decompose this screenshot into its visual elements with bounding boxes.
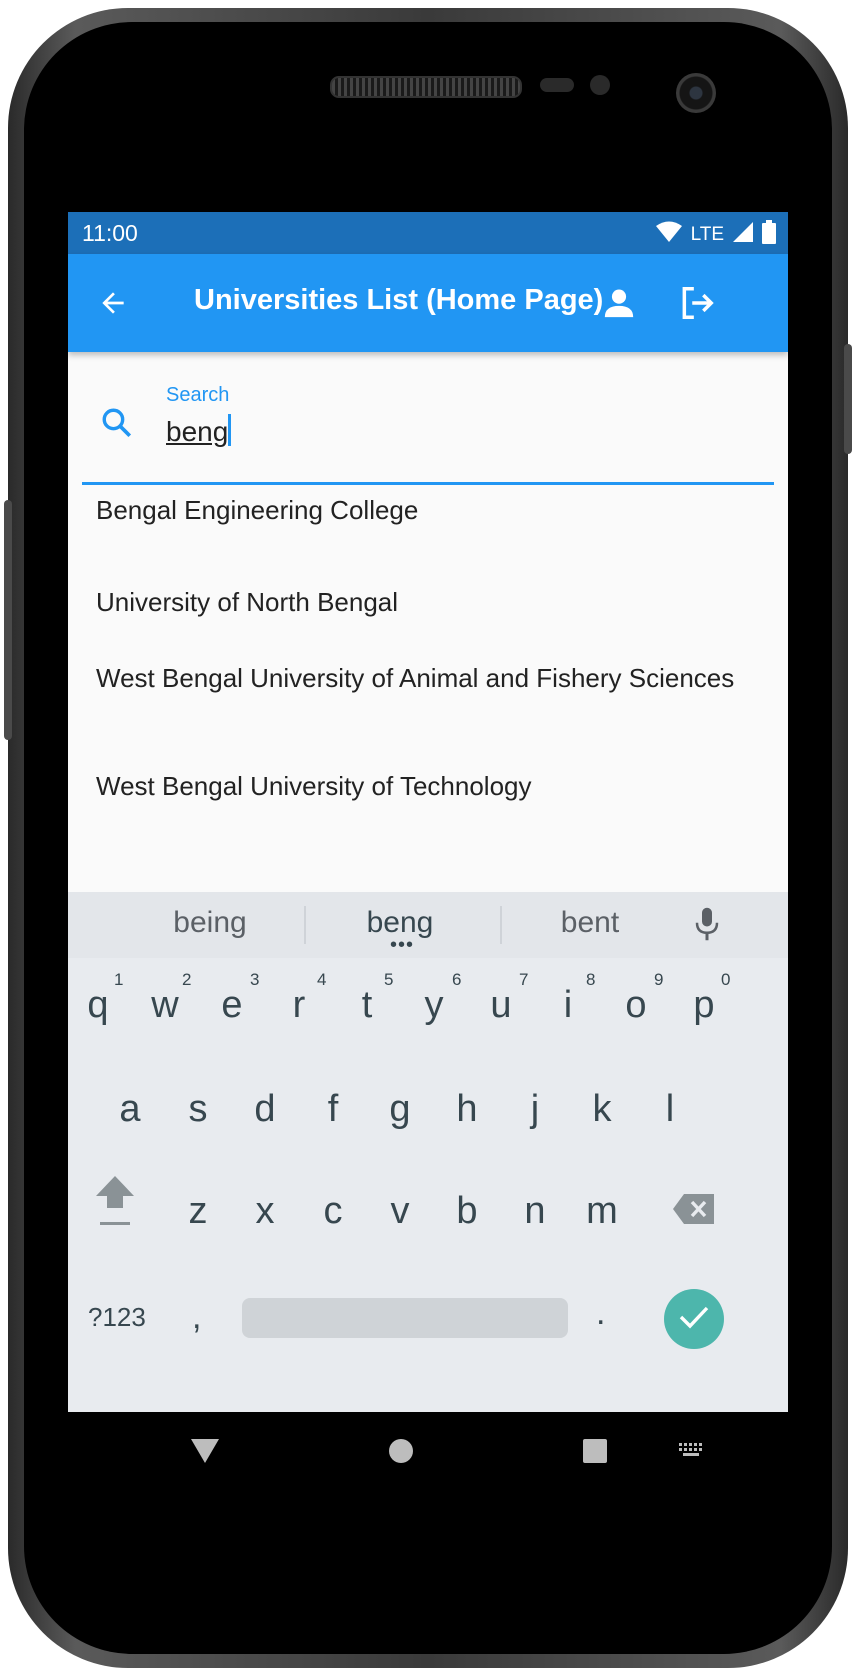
key-w[interactable]: w [135,984,195,1027]
search-input-text: beng [166,416,229,447]
soft-keyboard: being beng ••• bent 1 2 3 4 5 6 7 8 9 0 … [68,892,788,1412]
key-z[interactable]: z [168,1190,228,1233]
key-o[interactable]: o [606,984,666,1027]
key-l[interactable]: l [640,1088,700,1131]
key-c[interactable]: c [303,1190,363,1233]
suggestion-strip: being beng ••• bent [68,892,788,958]
back-arrow-icon[interactable] [92,282,134,324]
keyboard-switch-icon[interactable] [678,1442,706,1463]
key-g[interactable]: g [370,1088,430,1131]
backspace-icon[interactable] [672,1192,716,1231]
search-input[interactable]: beng [166,414,232,448]
suggestion[interactable]: bent [540,906,640,940]
key-t[interactable]: t [337,984,397,1027]
key-i[interactable]: i [538,984,598,1027]
proximity-sensor [540,78,574,92]
person-icon[interactable] [598,282,640,324]
volume-button [4,500,12,740]
enter-key[interactable] [664,1289,724,1349]
app-bar: Universities List (Home Page) [68,254,788,352]
list-item[interactable]: West Bengal University of Animal and Fis… [96,662,756,695]
page-title: Universities List (Home Page) [194,284,604,316]
key-q[interactable]: q [68,984,128,1027]
key-k[interactable]: k [572,1088,632,1131]
front-camera [676,73,716,113]
spacebar[interactable] [242,1298,568,1338]
text-cursor [228,414,232,446]
earpiece-speaker [330,76,522,98]
key-x[interactable]: x [235,1190,295,1233]
list-item[interactable]: Bengal Engineering College [96,494,756,527]
mic-icon[interactable] [692,906,722,947]
key-e[interactable]: e [202,984,262,1027]
network-label: LTE [690,224,724,245]
key-v[interactable]: v [370,1190,430,1233]
search-field[interactable]: Search beng [82,360,774,485]
key-period[interactable]: . [596,1294,605,1333]
screen: 11:00 LTE Universities List (Home Page) [68,212,788,1492]
key-r[interactable]: r [269,984,329,1027]
more-suggestions-dots: ••• [390,934,415,956]
nav-home-icon[interactable] [388,1438,414,1469]
key-f[interactable]: f [303,1088,363,1131]
check-icon [678,1304,710,1335]
light-sensor [590,75,610,95]
list-item[interactable]: West Bengal University of Technology [96,770,756,803]
system-nav-bar [68,1412,788,1492]
key-j[interactable]: j [505,1088,565,1131]
search-icon [100,406,134,445]
key-comma[interactable]: , [192,1298,201,1337]
suggestion[interactable]: being [160,906,260,940]
key-m[interactable]: m [572,1190,632,1233]
key-b[interactable]: b [437,1190,497,1233]
status-bar: 11:00 LTE [68,212,788,254]
symbols-key[interactable]: ?123 [88,1302,146,1333]
key-n[interactable]: n [505,1190,565,1233]
power-button [844,344,852,454]
status-time: 11:00 [82,220,138,246]
shift-icon[interactable] [94,1174,136,1235]
signal-icon [732,221,754,249]
wifi-icon [655,221,683,249]
battery-icon [762,220,776,250]
key-d[interactable]: d [235,1088,295,1131]
key-s[interactable]: s [168,1088,228,1131]
divider [500,906,502,944]
nav-back-icon[interactable] [190,1438,220,1469]
key-u[interactable]: u [471,984,531,1027]
key-a[interactable]: a [100,1088,160,1131]
key-h[interactable]: h [437,1088,497,1131]
status-icons: LTE [655,220,776,250]
list-item[interactable]: University of North Bengal [96,586,756,619]
key-p[interactable]: p [674,984,734,1027]
divider [304,906,306,944]
key-y[interactable]: y [404,984,464,1027]
nav-recents-icon[interactable] [582,1438,608,1469]
logout-icon[interactable] [676,282,718,324]
search-label: Search [166,384,230,406]
